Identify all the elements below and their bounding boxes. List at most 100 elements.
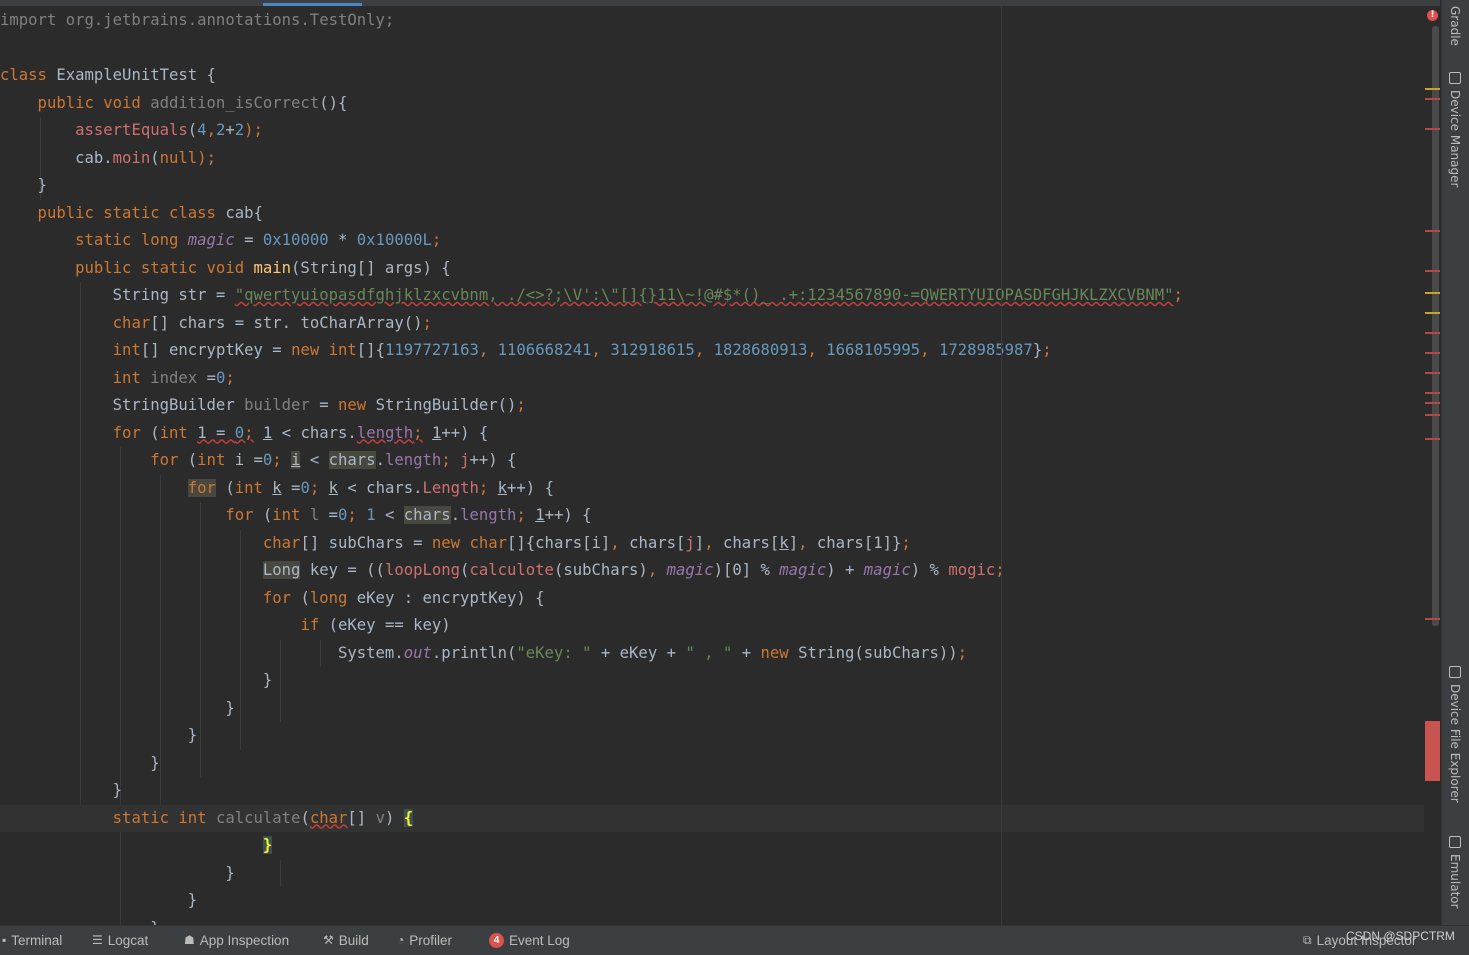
warning-marker[interactable] xyxy=(1425,312,1440,314)
warning-marker[interactable] xyxy=(1425,292,1440,294)
error-indicator-icon[interactable]: ! xyxy=(1427,10,1438,21)
code-line[interactable]: } xyxy=(0,722,197,749)
code-line[interactable]: Long key = ((loopLong(calculote(subChars… xyxy=(0,557,1005,584)
code-editor[interactable]: import org.jetbrains.annotations.TestOnl… xyxy=(0,6,1424,925)
code-token: ) + xyxy=(826,561,864,579)
error-marker[interactable] xyxy=(1425,98,1440,100)
code-token: ; xyxy=(422,313,432,332)
watermark: CSDN @SDPCTRM xyxy=(1346,929,1455,943)
code-token: 1106668241 xyxy=(497,341,592,359)
code-line[interactable]: for (int 1 = 0; 1 < chars.length; 1++) { xyxy=(0,420,489,447)
error-marker[interactable] xyxy=(1425,332,1440,334)
gradle-tool[interactable]: Gradle xyxy=(1448,6,1462,46)
code-line[interactable]: char[] subChars = new char[]{chars[i], c… xyxy=(0,530,911,557)
logcat-label: Logcat xyxy=(107,933,149,948)
error-marker[interactable] xyxy=(1425,414,1440,416)
event-log-button[interactable]: 4 Event Log xyxy=(489,926,570,955)
warning-marker[interactable] xyxy=(1425,88,1440,90)
code-token: , xyxy=(478,341,498,359)
code-line[interactable]: System.out.println("eKey: " + eKey + " ,… xyxy=(0,640,967,667)
device-manager-tool[interactable]: Device Manager xyxy=(1448,72,1462,187)
code-line[interactable]: } xyxy=(0,750,159,777)
code-token: } xyxy=(0,671,273,689)
code-line[interactable]: StringBuilder builder = new StringBuilde… xyxy=(0,392,526,419)
logcat-icon: ☰ xyxy=(92,933,103,947)
error-marker[interactable] xyxy=(1425,618,1440,620)
code-token: for xyxy=(225,506,263,524)
error-marker[interactable] xyxy=(1425,352,1440,354)
code-line[interactable]: static long magic = 0x10000 * 0x10000L; xyxy=(0,227,441,254)
code-token: chars[ xyxy=(722,533,780,552)
code-line[interactable]: for (int k =0; k < chars.Length; k++) { xyxy=(0,475,554,502)
code-line[interactable]: String str = "qwertyuiopasdfghjklzxcvbnm… xyxy=(0,282,1183,309)
code-line[interactable]: } xyxy=(0,172,47,199)
error-marker[interactable] xyxy=(1425,392,1440,394)
code-line[interactable]: } xyxy=(0,915,159,926)
code-line[interactable]: cab.moin(null); xyxy=(0,145,216,172)
code-token: , xyxy=(798,533,817,552)
app-inspection-button[interactable]: ☗ App Inspection xyxy=(184,926,289,955)
code-line[interactable]: int index =0; xyxy=(0,365,235,392)
code-token: " , " xyxy=(685,643,733,662)
code-line[interactable]: public static class cab{ xyxy=(0,200,263,227)
code-line[interactable]: import org.jetbrains.annotations.TestOnl… xyxy=(0,7,394,34)
code-line[interactable]: } xyxy=(0,695,234,722)
code-token: null xyxy=(159,148,198,167)
code-token: . xyxy=(450,506,461,524)
code-token: 312918615 xyxy=(610,341,695,359)
code-token: } xyxy=(0,781,123,799)
code-token: System. xyxy=(0,643,404,662)
logcat-button[interactable]: ☰ Logcat xyxy=(92,926,148,955)
code-line[interactable]: if (eKey == key) xyxy=(0,612,450,639)
code-token: magic xyxy=(863,561,911,579)
scrollbar-track[interactable] xyxy=(1432,26,1439,626)
error-marker[interactable] xyxy=(1425,372,1440,374)
code-line[interactable]: } xyxy=(0,667,272,694)
code-token: ; xyxy=(478,478,498,497)
code-line[interactable]: for (long eKey : encryptKey) { xyxy=(0,585,545,612)
code-token: length xyxy=(356,423,414,442)
code-line[interactable]: } xyxy=(0,832,273,859)
code-token: []{chars[i] xyxy=(507,533,611,552)
code-line[interactable]: } xyxy=(0,777,122,804)
code-token: length xyxy=(460,506,517,524)
code-token: ) xyxy=(384,808,404,827)
code-line[interactable]: public void addition_isCorrect(){ xyxy=(0,90,348,117)
code-token: int xyxy=(328,341,357,359)
error-marker[interactable] xyxy=(1425,402,1440,404)
code-token: new xyxy=(760,643,799,662)
error-marker[interactable] xyxy=(1425,128,1440,130)
code-line[interactable]: } xyxy=(0,860,234,887)
code-line[interactable]: int[] encryptKey = new int[]{1197727163,… xyxy=(0,337,1052,364)
code-line[interactable]: } xyxy=(0,887,197,914)
emulator-tool[interactable]: Emulator xyxy=(1448,836,1462,909)
code-line[interactable]: char[] chars = str. toCharArray(); xyxy=(0,310,432,337)
code-token: class xyxy=(0,66,57,84)
code-token: public static class xyxy=(0,203,226,222)
code-line[interactable]: static int calculate(char[] v) { xyxy=(0,804,1424,832)
code-token: , xyxy=(610,533,630,552)
scrollbar-thumb[interactable] xyxy=(1425,721,1440,781)
build-button[interactable]: ⚒ Build xyxy=(323,926,369,955)
code-line[interactable]: assertEquals(4,2+2); xyxy=(0,117,263,144)
profiler-button[interactable]: ◔ Profiler xyxy=(397,926,452,955)
code-token: ; xyxy=(225,368,235,387)
editor-scrollbar[interactable] xyxy=(1424,6,1441,925)
error-marker[interactable] xyxy=(1425,438,1440,440)
code-line[interactable]: class ExampleUnitTest { xyxy=(0,62,216,89)
gauge-icon: ◔ xyxy=(397,933,405,947)
code-token: k xyxy=(497,478,508,497)
code-token: < xyxy=(300,451,329,469)
error-marker[interactable] xyxy=(1425,270,1440,272)
error-marker[interactable] xyxy=(1425,230,1440,232)
device-file-explorer-tool[interactable]: Device File Explorer xyxy=(1448,666,1462,803)
code-line[interactable]: for (int i =0; i < chars.length; j++) { xyxy=(0,447,516,474)
code-line[interactable]: public static void main(String[] args) { xyxy=(0,255,451,282)
code-token: 2 xyxy=(215,121,226,139)
code-token: 1828680913 xyxy=(713,341,808,359)
code-token: = xyxy=(197,368,216,387)
terminal-button[interactable]: ▪ Terminal xyxy=(2,926,62,955)
code-line[interactable]: for (int l =0; 1 < chars.length; 1++) { xyxy=(0,502,592,529)
